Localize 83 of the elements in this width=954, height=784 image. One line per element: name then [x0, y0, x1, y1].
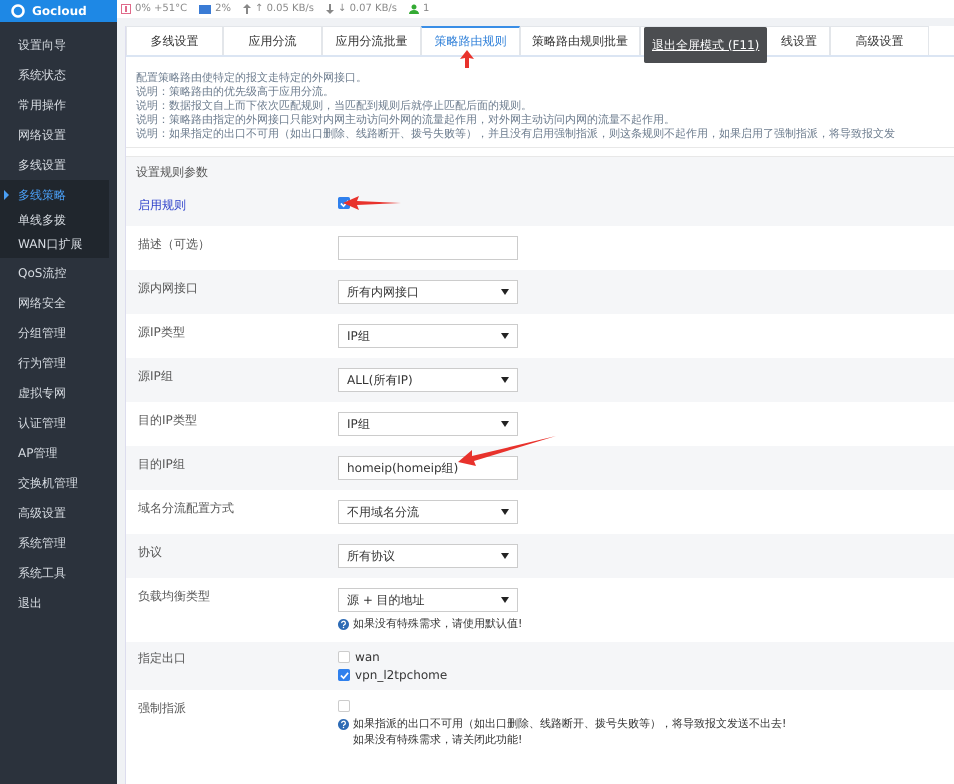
dropdown[interactable]: 所有内网接口 [338, 280, 518, 304]
dropdown[interactable]: IP组 [338, 324, 518, 348]
dropdown-caret-icon [501, 553, 509, 559]
status-text: 0% +51°C [135, 3, 188, 15]
field-label: 强制指派 [138, 701, 186, 715]
field-label: 负载均衡类型 [138, 589, 210, 603]
field-label: 目的IP组 [138, 457, 185, 471]
sidebar-item[interactable]: AP管理 [0, 438, 117, 468]
dropdown[interactable]: ALL(所有IP) [338, 368, 518, 392]
sidebar-subitem[interactable]: WAN口扩展 [0, 232, 109, 256]
user-icon [409, 4, 420, 14]
dropdown[interactable]: 不用域名分流 [338, 500, 518, 524]
section-title: 设置规则参数 [126, 156, 954, 187]
sidebar-item[interactable]: 网络安全 [0, 288, 117, 318]
sidebar-item[interactable]: 交换机管理 [0, 468, 117, 498]
status-text: 2% [215, 3, 232, 15]
description-text: 说明：策略路由指定的外网接口只能对内网主动访问外网的流量起作用，对外网主动访问内网的流量不起作用。 [136, 113, 676, 127]
hint-text: 如果指派的出口不可用（如出口删除、线路断开、拨号失败等），将导致报文发送不出去! 如果没有特殊需求，请关闭此功能! [353, 716, 786, 748]
status-text: ↓ 0.07 KB/s [338, 3, 398, 15]
option-label: vpn_l2tpchome [355, 668, 448, 682]
sidebar-item[interactable]: 系统工具 [0, 558, 117, 588]
tab[interactable]: 策略路由规则批量 [520, 26, 640, 55]
description-text: 说明：数据报文自上而下依次匹配规则，当匹配到规则后就停止匹配后面的规则。 [136, 99, 533, 113]
sidebar-item[interactable]: 网络设置 [0, 120, 117, 150]
sidebar-item[interactable]: 分组管理 [0, 318, 117, 348]
annotation-arrow [460, 50, 474, 68]
status-text: 1 [423, 3, 430, 15]
sidebar-item[interactable]: 设置向导 [0, 30, 117, 60]
sidebar-item[interactable]: 行为管理 [0, 348, 117, 378]
option-label: wan [355, 650, 380, 664]
text-field[interactable]: homeip(homeip组) [338, 456, 518, 480]
tab[interactable]: 多线设置 [126, 26, 223, 55]
sidebar-item[interactable]: 多线策略 [0, 182, 109, 208]
dropdown-caret-icon [501, 289, 509, 295]
help-icon [338, 619, 349, 630]
field-label: 指定出口 [138, 651, 186, 665]
status-text: ↑ 0.05 KB/s [255, 3, 314, 15]
text-field[interactable] [338, 236, 518, 260]
sidebar-item[interactable]: QoS流控 [0, 258, 117, 288]
checkbox[interactable] [338, 700, 350, 712]
sidebar-item[interactable]: 认证管理 [0, 408, 117, 438]
sidebar-item[interactable]: 常用操作 [0, 90, 117, 120]
dropdown[interactable]: 源 + 目的地址 [338, 588, 518, 612]
sidebar-item[interactable]: 虚拟专网 [0, 378, 117, 408]
logo-text: Gocloud [32, 5, 87, 17]
description-text: 配置策略路由使特定的报文走特定的外网接口。 [136, 71, 368, 85]
checkbox[interactable] [338, 651, 350, 663]
field-label: 源内网接口 [138, 281, 198, 295]
field-label: 目的IP类型 [138, 413, 197, 427]
logo-icon [10, 4, 26, 18]
help-icon [338, 719, 349, 730]
dropdown-caret-icon [501, 333, 509, 339]
dropdown-caret-icon [501, 509, 509, 515]
sidebar-subitem[interactable]: 单线多拨 [0, 208, 109, 232]
field-label: 源IP组 [138, 369, 173, 383]
sidebar-item[interactable]: 系统状态 [0, 60, 117, 90]
field-label: 描述（可选） [138, 237, 210, 251]
dropdown-caret-icon [501, 597, 509, 603]
field-label: 启用规则 [138, 198, 186, 212]
dropdown-caret-icon [501, 377, 509, 383]
download-icon [326, 4, 334, 14]
memory-icon [199, 4, 212, 14]
sidebar-item[interactable]: 多线设置 [0, 150, 117, 180]
dropdown-caret-icon [501, 421, 509, 427]
field-label: 域名分流配置方式 [138, 501, 234, 515]
fullscreen-tooltip: 退出全屏模式 (F11) [644, 27, 768, 63]
thermometer-icon [121, 4, 131, 14]
tab[interactable]: 应用分流 [223, 26, 322, 55]
field-label: 协议 [138, 545, 162, 559]
checkbox[interactable] [338, 669, 350, 681]
sidebar-item[interactable]: 退出 [0, 588, 117, 618]
hint-text: 如果没有特殊需求，请使用默认值! [353, 616, 522, 632]
upload-icon [243, 4, 252, 14]
sidebar-item[interactable]: 系统管理 [0, 528, 117, 558]
dropdown[interactable]: IP组 [338, 412, 518, 436]
selection-marker-icon [4, 190, 9, 200]
description-text: 说明：策略路由的优先级高于应用分流。 [136, 85, 335, 99]
tab[interactable]: 高级设置 [830, 26, 929, 55]
dropdown[interactable]: 所有协议 [338, 544, 518, 568]
field-label: 源IP类型 [138, 325, 185, 339]
sidebar-item[interactable]: 高级设置 [0, 498, 117, 528]
tab[interactable]: 应用分流批量 [322, 26, 421, 55]
description-text: 说明：如果指定的出口不可用（如出口删除、线路断开、拨号失败等），并且没有启用强制指派，则这条规则不起作用，如果启用了强制指派，将导致报文发 [136, 127, 896, 141]
